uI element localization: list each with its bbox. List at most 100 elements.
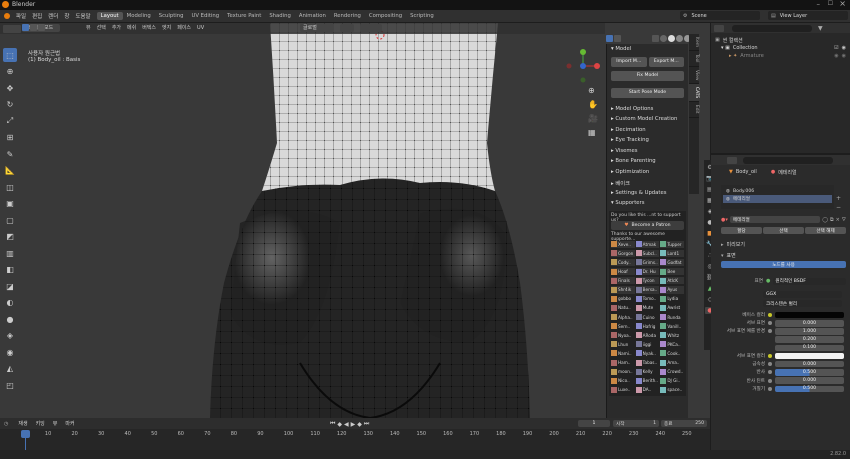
section-bake[interactable]: ▸ 베이크 [607, 177, 688, 188]
bsdf-input-field[interactable]: 0.000 [775, 320, 844, 327]
export-model-button[interactable]: Export M... [648, 56, 684, 67]
solid-shading-icon[interactable] [668, 35, 675, 42]
section-eye-tracking[interactable]: ▸ Eye Tracking [607, 135, 688, 146]
annotate-icon[interactable]: ✎ [3, 147, 17, 161]
tab-compositing[interactable]: Compositing [365, 12, 406, 20]
bsdf-input-field[interactable] [775, 311, 844, 319]
camera-visibility-icon[interactable]: ◉ [842, 45, 846, 51]
supporter-item[interactable]: Cook.. [660, 350, 684, 358]
deselect-button[interactable]: 선택 해제 [805, 227, 846, 234]
tab-layout[interactable]: Layout [96, 12, 123, 20]
wireframe-shading-icon[interactable] [660, 35, 667, 42]
supporter-item[interactable]: space.. [660, 386, 684, 394]
menu-render[interactable]: 렌더 [48, 12, 58, 20]
menu-face[interactable]: 페이스 [177, 24, 191, 31]
supporter-item[interactable]: Ama.. [660, 359, 684, 367]
supporter-item[interactable]: Sern.. [611, 322, 635, 330]
eye-icon[interactable]: ◉ [834, 53, 838, 59]
socket-icon[interactable] [768, 321, 772, 326]
measure-icon[interactable]: 📐 [3, 164, 17, 178]
material-slot[interactable]: ◍ Body.006 [723, 187, 832, 195]
supporter-item[interactable]: Xeve.. [611, 240, 635, 249]
view-layer-selector[interactable]: ▤ View Layer [768, 11, 848, 20]
supporter-item[interactable]: AtlcK [660, 276, 684, 285]
pan-hand-icon[interactable]: ✋ [588, 100, 598, 109]
supporter-item[interactable]: Tabas.. [635, 359, 660, 367]
menu-file[interactable]: 파일 [16, 12, 26, 20]
surface-section[interactable]: ▾ 표면 [721, 251, 846, 260]
material-name-field[interactable]: 메테리얼 [729, 216, 821, 223]
supporter-item[interactable]: Bee [660, 267, 684, 276]
collection-label[interactable]: Collection [733, 45, 758, 51]
section-visemes[interactable]: ▸ Visemes [607, 146, 688, 157]
playhead[interactable] [21, 430, 30, 438]
camera-icon[interactable]: 🎥 [588, 114, 598, 123]
tab-sculpting[interactable]: Sculpting [155, 12, 188, 20]
inset-icon[interactable]: ▢ [3, 213, 17, 227]
socket-icon[interactable] [768, 329, 772, 334]
menu-edge[interactable]: 엣지 [162, 24, 171, 31]
rip-icon[interactable]: ◰ [3, 378, 17, 392]
supporter-item[interactable]: Awrist [660, 304, 684, 312]
supporter-item[interactable]: Shr4ik [611, 285, 635, 294]
supporter-item[interactable]: Natu.. [611, 304, 635, 312]
cursor-icon[interactable]: ⊕ [3, 65, 17, 79]
transform-icon[interactable]: ⊞ [3, 131, 17, 145]
supporter-item[interactable]: Nico.. [611, 377, 635, 385]
section-optimization[interactable]: ▸ Optimization [607, 167, 688, 178]
supporter-item[interactable]: Nyoa.. [611, 331, 635, 339]
supporter-item[interactable]: Tycon [635, 276, 660, 285]
face-select-icon[interactable] [38, 24, 45, 31]
navigation-gizmo[interactable] [565, 48, 601, 84]
tab-modeling[interactable]: Modeling [123, 12, 155, 20]
supporter-item[interactable]: Tupper [660, 240, 684, 249]
knife-icon[interactable]: ◧ [3, 263, 17, 277]
supporter-item[interactable]: Vanill.. [660, 322, 684, 330]
subsurface-method-dropdown[interactable]: 크리스텐슨 벌리 [763, 300, 842, 307]
menu-vertex[interactable]: 버텍스 [142, 24, 156, 31]
outliner-search-input[interactable] [732, 24, 812, 32]
ortho-grid-icon[interactable]: ▦ [588, 128, 596, 137]
supporter-item[interactable]: Lhun [611, 341, 635, 349]
tab-scripting[interactable]: Scripting [406, 12, 438, 20]
supporter-item[interactable]: Subcl.. [635, 249, 660, 258]
armature-label[interactable]: Armature [740, 53, 763, 59]
supporter-item[interactable]: Lord1 [660, 249, 684, 258]
rotate-icon[interactable]: ↻ [3, 98, 17, 112]
zoom-icon[interactable]: ⊕ [588, 86, 595, 95]
section-model-options[interactable]: ▸ Model Options [607, 104, 688, 115]
supporter-item[interactable]: Hoaf [611, 267, 635, 276]
close-icon[interactable]: × [839, 0, 846, 8]
supporter-item[interactable]: Ayus [660, 285, 684, 294]
become-patron-button[interactable]: ♥ Become a Patron [611, 220, 684, 230]
unlink-icon[interactable]: × [836, 217, 840, 223]
properties-search-input[interactable] [743, 156, 833, 164]
add-cube-icon[interactable]: ◫ [3, 180, 17, 194]
scale-icon[interactable]: ⤢ [3, 114, 17, 128]
supporter-item[interactable]: Whitz [660, 331, 684, 339]
tab-shading[interactable]: Shading [265, 12, 295, 20]
supporter-item[interactable]: DA.. [635, 386, 660, 394]
socket-icon[interactable] [768, 354, 772, 359]
bsdf-input-field[interactable]: 0.100 [775, 344, 844, 352]
socket-icon[interactable] [768, 378, 772, 383]
bsdf-input-field[interactable] [775, 352, 844, 360]
tab-cats[interactable]: CATS [689, 83, 699, 103]
xray-icon[interactable] [652, 35, 659, 42]
duplicate-icon[interactable]: ⧉ [830, 217, 834, 223]
spin-icon[interactable]: ◐ [3, 296, 17, 310]
section-decimation[interactable]: ▸ Decimation [607, 125, 688, 136]
menu-window[interactable]: 창 [64, 12, 69, 20]
use-nodes-button[interactable]: 노드를 사용 [721, 261, 846, 268]
supporter-item[interactable]: Luxe.. [611, 386, 635, 394]
section-bone-parenting[interactable]: ▸ Bone Parenting [607, 156, 688, 167]
scene-collection-label[interactable]: 씬 컬렉션 [723, 37, 743, 44]
supporter-item[interactable]: moon.. [611, 368, 635, 376]
shear-icon[interactable]: ◭ [3, 362, 17, 376]
supporter-item[interactable]: Gorgon [611, 249, 635, 258]
supporter-item[interactable]: Grims.. [635, 258, 660, 267]
move-icon[interactable]: ✥ [3, 81, 17, 95]
tab-animation[interactable]: Animation [295, 12, 330, 20]
socket-icon[interactable] [768, 362, 772, 367]
snap-icon[interactable] [360, 24, 382, 32]
